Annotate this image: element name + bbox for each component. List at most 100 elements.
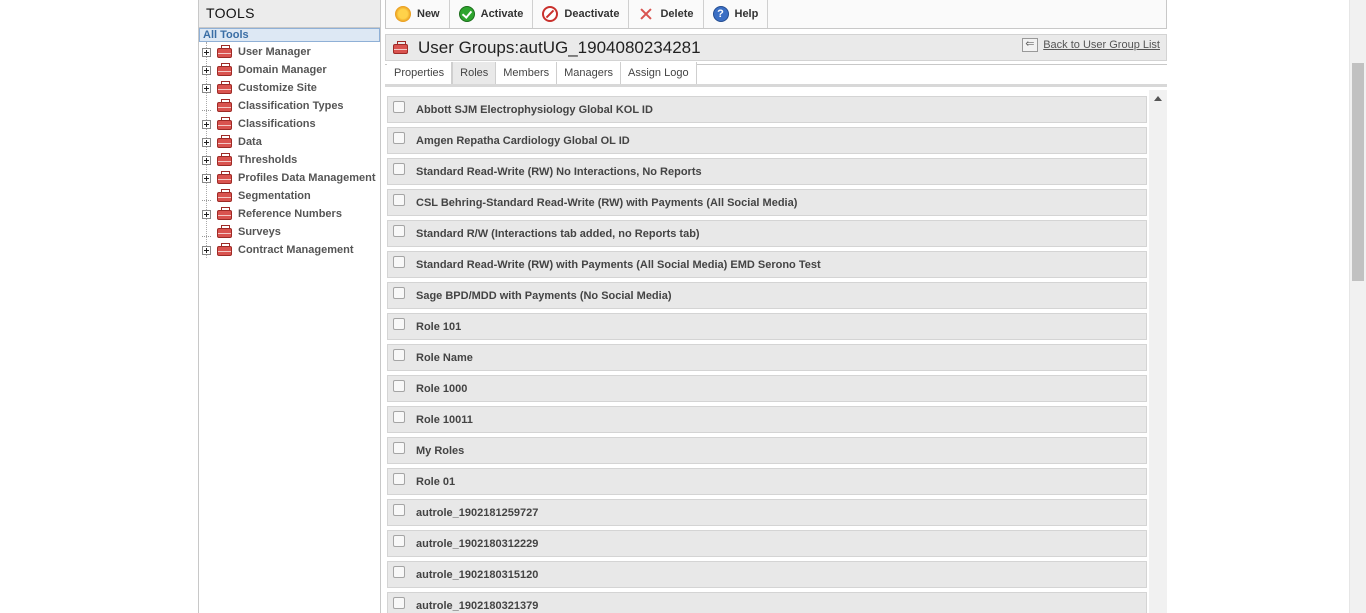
role-checkbox[interactable]	[393, 441, 405, 454]
tool-item-classification-types[interactable]: Classification Types	[199, 97, 380, 115]
role-label: autrole_1902181259727	[416, 506, 539, 519]
role-label: Role 10011	[416, 413, 473, 426]
tool-item-data[interactable]: Data	[199, 133, 380, 151]
role-label: autrole_1902180312229	[416, 537, 539, 550]
scroll-up-icon[interactable]	[1154, 96, 1162, 101]
role-checkbox[interactable]	[393, 596, 405, 609]
expand-plus-icon[interactable]	[202, 173, 211, 183]
tab-assign-logo[interactable]: Assign Logo	[621, 62, 697, 84]
expand-plus-icon[interactable]	[202, 209, 211, 219]
deactivate-button[interactable]: Deactivate	[533, 0, 630, 28]
tool-item-segmentation[interactable]: Segmentation	[199, 187, 380, 205]
close-icon	[638, 6, 654, 22]
role-label: autrole_1902180321379	[416, 599, 539, 612]
page-scrollbar-thumb[interactable]	[1352, 63, 1364, 281]
tool-item-customize-site[interactable]: Customize Site	[199, 79, 380, 97]
expand-plus-icon[interactable]	[202, 155, 211, 165]
deactivate-icon	[542, 6, 559, 22]
tab-managers[interactable]: Managers	[557, 62, 622, 84]
expand-plus-icon[interactable]	[202, 65, 211, 75]
delete-label: Delete	[660, 8, 694, 20]
role-checkbox[interactable]	[393, 162, 405, 175]
toolbar: New Activate Deactivate Delete ? Help	[385, 0, 1167, 29]
tab-members[interactable]: Members	[496, 62, 558, 84]
role-label: Standard Read-Write (RW) No Interactions…	[416, 165, 702, 178]
new-icon	[395, 6, 411, 22]
role-checkbox[interactable]	[393, 224, 405, 237]
tool-item-contract-management[interactable]: Contract Management	[199, 241, 380, 259]
toolbox-icon	[216, 207, 233, 221]
role-row: Role 10011	[387, 406, 1147, 433]
role-checkbox[interactable]	[393, 131, 405, 144]
role-row: Sage BPD/MDD with Payments (No Social Me…	[387, 282, 1147, 309]
tab-properties[interactable]: Properties	[387, 62, 453, 84]
role-label: Role 1000	[416, 382, 468, 395]
tool-item-label: Domain Manager	[238, 64, 327, 76]
expand-plus-icon[interactable]	[202, 47, 211, 57]
toolbox-icon	[216, 117, 233, 131]
role-checkbox[interactable]	[393, 317, 405, 330]
tool-item-label: User Manager	[238, 46, 311, 58]
role-row: autrole_1902180312229	[387, 530, 1147, 557]
toolbox-icon	[216, 63, 233, 77]
tree-branch-line	[202, 228, 211, 237]
tool-item-classifications[interactable]: Classifications	[199, 115, 380, 133]
tool-item-reference-numbers[interactable]: Reference Numbers	[199, 205, 380, 223]
delete-button[interactable]: Delete	[629, 0, 704, 28]
tool-item-label: Classifications	[238, 118, 316, 130]
tool-item-surveys[interactable]: Surveys	[199, 223, 380, 241]
activate-button[interactable]: Activate	[450, 0, 534, 28]
role-checkbox[interactable]	[393, 503, 405, 516]
expand-plus-icon[interactable]	[202, 83, 211, 93]
back-to-user-group-list-link[interactable]: Back to User Group List	[1022, 37, 1160, 52]
role-checkbox[interactable]	[393, 410, 405, 423]
role-checkbox[interactable]	[393, 255, 405, 268]
toolbox-icon	[216, 189, 233, 203]
role-label: Standard R/W (Interactions tab added, no…	[416, 227, 700, 240]
role-row: Role 101	[387, 313, 1147, 340]
tool-item-user-manager[interactable]: User Manager	[199, 43, 380, 61]
expand-plus-icon[interactable]	[202, 245, 211, 255]
role-label: autrole_1902180315120	[416, 568, 539, 581]
help-label: Help	[734, 8, 759, 20]
tab-roles[interactable]: Roles	[452, 62, 497, 84]
list-scrollbar[interactable]	[1149, 90, 1167, 613]
tool-item-label: Data	[238, 136, 262, 148]
toolbox-icon	[216, 99, 233, 113]
role-row: Role Name	[387, 344, 1147, 371]
tool-item-label: Reference Numbers	[238, 208, 342, 220]
role-checkbox[interactable]	[393, 472, 405, 485]
tool-item-profiles-data-management[interactable]: Profiles Data Management	[199, 169, 380, 187]
role-checkbox[interactable]	[393, 100, 405, 113]
activate-label: Activate	[480, 8, 524, 20]
role-checkbox[interactable]	[393, 534, 405, 547]
main-content: New Activate Deactivate Delete ? Help Us…	[385, 0, 1167, 613]
tree-branch-line	[202, 102, 211, 111]
role-label: Abbott SJM Electrophysiology Global KOL …	[416, 103, 653, 116]
expand-plus-icon[interactable]	[202, 119, 211, 129]
tool-item-label: Thresholds	[238, 154, 298, 166]
role-checkbox[interactable]	[393, 193, 405, 206]
role-row: autrole_1902180315120	[387, 561, 1147, 588]
role-label: Amgen Repatha Cardiology Global OL ID	[416, 134, 630, 147]
new-button[interactable]: New	[386, 0, 450, 28]
back-arrow-icon	[1022, 37, 1039, 52]
tool-item-domain-manager[interactable]: Domain Manager	[199, 61, 380, 79]
tool-item-thresholds[interactable]: Thresholds	[199, 151, 380, 169]
role-checkbox[interactable]	[393, 286, 405, 299]
expand-plus-icon[interactable]	[202, 137, 211, 147]
checkmark-icon	[458, 6, 475, 22]
role-checkbox[interactable]	[393, 379, 405, 392]
page-scrollbar[interactable]	[1349, 0, 1366, 613]
toolbox-icon	[216, 171, 233, 185]
role-label: Standard Read-Write (RW) with Payments (…	[416, 258, 821, 271]
roles-list: Abbott SJM Electrophysiology Global KOL …	[387, 96, 1147, 613]
help-button[interactable]: ? Help	[704, 0, 769, 28]
all-tools-link[interactable]: All Tools	[199, 28, 380, 42]
role-label: Role 101	[416, 320, 462, 333]
role-label: CSL Behring-Standard Read-Write (RW) wit…	[416, 196, 798, 209]
role-row: Amgen Repatha Cardiology Global OL ID	[387, 127, 1147, 154]
toolbox-icon	[216, 45, 233, 59]
role-checkbox[interactable]	[393, 348, 405, 361]
role-checkbox[interactable]	[393, 565, 405, 578]
